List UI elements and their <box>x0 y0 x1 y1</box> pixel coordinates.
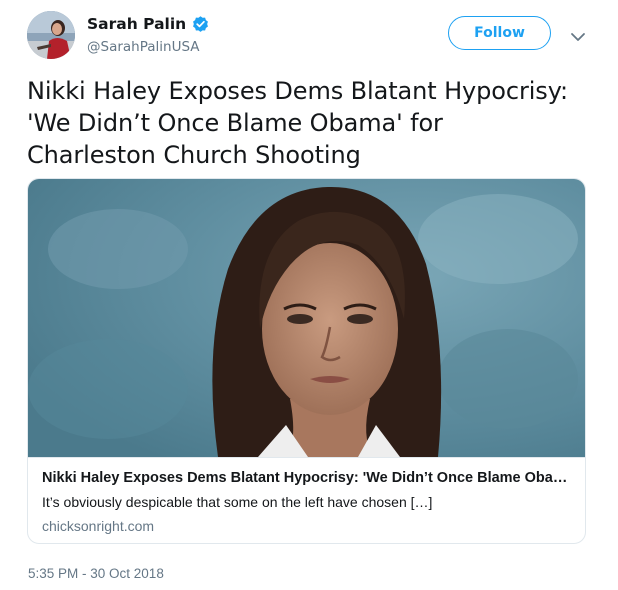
tweet-text: Nikki Haley Exposes Dems Blatant Hypocri… <box>27 77 569 169</box>
follow-button[interactable]: Follow <box>448 16 551 50</box>
link-card[interactable]: Nikki Haley Exposes Dems Blatant Hypocri… <box>27 178 586 544</box>
card-body[interactable]: Nikki Haley Exposes Dems Blatant Hypocri… <box>28 457 585 543</box>
article-photo-icon <box>28 179 585 457</box>
verified-badge-icon <box>191 15 210 34</box>
card-domain: chicksonright.com <box>42 518 155 534</box>
card-description: It’s obviously despicable that some on t… <box>42 494 433 510</box>
author-handle[interactable]: @SarahPalinUSA <box>87 39 200 55</box>
avatar[interactable] <box>27 11 75 59</box>
author-name-row[interactable]: Sarah Palin <box>87 14 210 34</box>
author-display-name[interactable]: Sarah Palin <box>87 15 186 33</box>
tweet-timestamp[interactable]: 5:35 PM - 30 Oct 2018 <box>28 566 164 581</box>
card-title[interactable]: Nikki Haley Exposes Dems Blatant Hypocri… <box>42 470 577 486</box>
chevron-down-icon[interactable] <box>570 29 586 41</box>
card-image[interactable] <box>28 179 585 457</box>
avatar-photo-icon <box>27 11 75 59</box>
tweet: Sarah Palin @SarahPalinUSA Follow Nikki … <box>0 0 618 590</box>
